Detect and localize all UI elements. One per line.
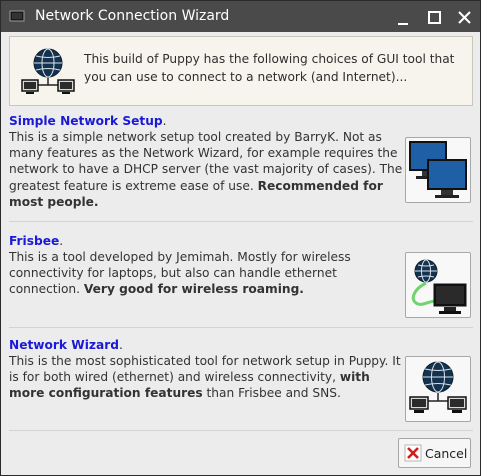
- tool-title-sns-suffix: .: [162, 114, 167, 128]
- maximize-button[interactable]: [421, 4, 447, 30]
- tool-title-nw-label: Network Wizard: [9, 338, 119, 352]
- frisbee-icon: [411, 259, 467, 314]
- simple-network-setup-button[interactable]: [405, 137, 471, 203]
- wizard-window: Network Connection Wizard This build of …: [0, 0, 481, 476]
- title-bar[interactable]: Network Connection Wizard: [1, 1, 480, 32]
- minimize-button[interactable]: [390, 4, 416, 30]
- minimize-icon: [398, 23, 408, 25]
- network-wizard-button[interactable]: [405, 356, 471, 422]
- separator: [9, 430, 473, 431]
- window-title: Network Connection Wizard: [35, 8, 230, 24]
- tool-title-sns-label: Simple Network Setup: [9, 114, 163, 128]
- cancel-button[interactable]: Cancel: [398, 438, 471, 468]
- intro-text: This build of Puppy has the following ch…: [84, 52, 455, 84]
- section-network-wizard: Network Wizard. This is the most sophist…: [9, 337, 473, 402]
- cancel-icon: [404, 444, 422, 462]
- close-button[interactable]: [451, 4, 477, 30]
- tool-desc-frisbee: This is a tool developed by Jemimah. Mos…: [9, 249, 405, 298]
- close-icon: [458, 11, 471, 24]
- separator: [9, 221, 473, 222]
- network-wizard-icon: [409, 361, 467, 413]
- tool-title-frisbee-label: Frisbee: [9, 234, 60, 248]
- tool-title-frisbee: Frisbee.: [9, 233, 473, 249]
- separator: [9, 327, 473, 328]
- tool-desc-frisbee-emphasis: Very good for wireless roaming.: [83, 282, 304, 297]
- tool-desc-sns: This is a simple network setup tool crea…: [9, 129, 405, 210]
- tool-title-network-wizard: Network Wizard.: [9, 337, 473, 353]
- intro-panel: This build of Puppy has the following ch…: [9, 36, 473, 106]
- frisbee-button[interactable]: [405, 252, 471, 318]
- window-menu-icon[interactable]: [9, 7, 26, 25]
- maximize-icon: [428, 11, 441, 24]
- tool-title-nw-suffix: .: [118, 338, 123, 352]
- section-frisbee: Frisbee. This is a tool developed by Jem…: [9, 233, 473, 298]
- tool-title-sns: Simple Network Setup.: [9, 113, 473, 129]
- tool-title-frisbee-suffix: .: [59, 234, 64, 248]
- network-globe-icon: [21, 48, 75, 94]
- section-simple-network-setup: Simple Network Setup. This is a simple n…: [9, 113, 473, 210]
- tool-desc-network-wizard: This is the most sophisticated tool for …: [9, 353, 405, 402]
- two-monitors-icon: [409, 141, 467, 198]
- tool-desc-nw-end: than Frisbee and SNS.: [206, 386, 341, 401]
- cancel-label: Cancel: [425, 446, 468, 461]
